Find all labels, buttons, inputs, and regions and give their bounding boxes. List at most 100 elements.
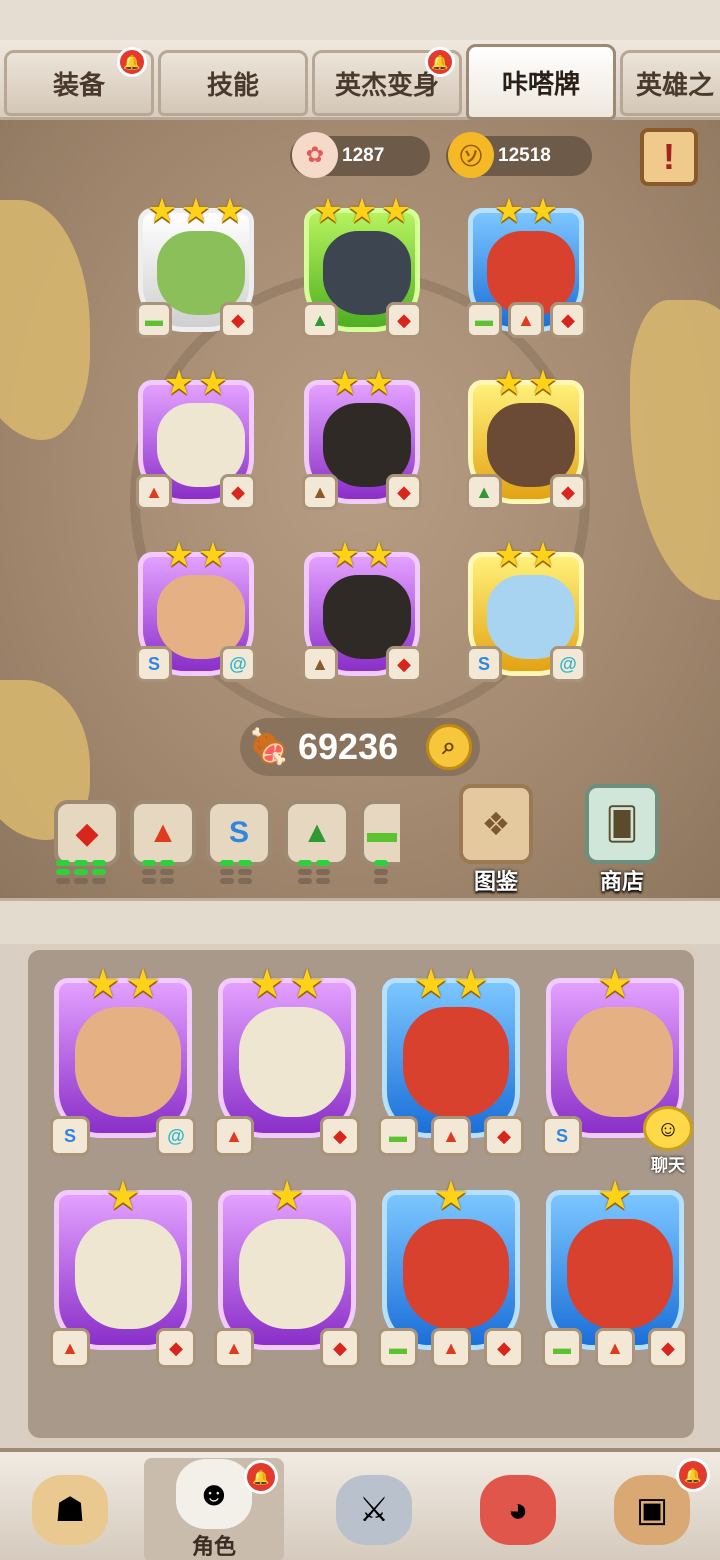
nav-battle[interactable]: ⚔ xyxy=(304,1458,444,1560)
star-rating: ★ xyxy=(48,1176,198,1216)
fire-icon: ◆ xyxy=(386,474,422,510)
fire-icon: ◆ xyxy=(320,1328,360,1368)
fire-icon: ◆ xyxy=(75,816,99,850)
fire-icon: ◆ xyxy=(386,302,422,338)
dino-card[interactable]: ★ ★ S @ xyxy=(134,538,258,692)
star-icon: ★ xyxy=(249,962,285,1006)
fire-icon: ◆ xyxy=(386,646,422,682)
forest-progress xyxy=(298,860,330,884)
dino-card[interactable]: ★ ★ ▲ ◆ xyxy=(300,366,424,520)
chat-button[interactable]: ☺ 聊天 xyxy=(630,1106,706,1176)
filter-volcano[interactable]: ▲ xyxy=(130,800,196,866)
tab-skills[interactable]: 技能 xyxy=(158,50,308,116)
tab-cards[interactable]: 咔嗒牌 xyxy=(466,44,616,120)
star-icon: ★ xyxy=(163,364,195,402)
grass-icon: ▬ xyxy=(466,302,502,338)
hero-avatar-icon: ☻ xyxy=(176,1459,252,1529)
card-badges: ▲ ◆ xyxy=(300,302,424,342)
fire-icon: ◆ xyxy=(156,1328,196,1368)
deck-card[interactable]: ★ ▬ ▲ ◆ xyxy=(376,1176,526,1376)
volcano-icon: ▲ xyxy=(431,1328,471,1368)
white-dino-portrait xyxy=(239,1007,345,1117)
meat-value: 69236 xyxy=(298,726,399,767)
star-icon: ★ xyxy=(527,536,559,574)
codex-button[interactable]: ❖ 图鉴 xyxy=(446,784,546,896)
fire-icon: ◆ xyxy=(220,302,256,338)
codex-icon: ❖ xyxy=(459,784,533,864)
nav-tribe[interactable]: ☗ xyxy=(0,1458,140,1560)
star-icon: ★ xyxy=(125,962,161,1006)
dino-card[interactable]: ★ ★ ▬ ▲ ◆ xyxy=(464,194,588,348)
shop-label: 商店 xyxy=(599,869,644,894)
card-badges: ▬ ▲ ◆ xyxy=(376,1328,526,1368)
star-rating: ★ ★ xyxy=(134,366,258,400)
shell-icon: ✿ xyxy=(292,132,338,178)
shell-counter: ✿ 1287 xyxy=(290,132,430,178)
star-icon: ★ xyxy=(493,536,525,574)
pterosaur-portrait xyxy=(567,1007,673,1117)
volcano-icon: ▲ xyxy=(148,816,178,849)
deck-card[interactable]: ★ ★ ▲ ◆ xyxy=(212,964,362,1164)
dino-card[interactable]: ★ ★ ▲ ◆ xyxy=(300,538,424,692)
nav-character[interactable]: ☻ 角色 🔔 xyxy=(144,1458,284,1560)
filter-grass[interactable]: ▬ xyxy=(360,800,400,866)
star-icon: ★ xyxy=(433,1174,469,1218)
deck-card[interactable]: ★ ★ ▬ ▲ ◆ xyxy=(376,964,526,1164)
nav-guild[interactable]: ▣ 🔔 xyxy=(582,1458,720,1560)
tab-hero-road[interactable]: 英雄之 xyxy=(620,50,720,116)
volcano-progress xyxy=(142,860,174,884)
star-icon: ★ xyxy=(85,962,121,1006)
star-icon: ★ xyxy=(197,364,229,402)
bell-icon: 🔔 xyxy=(425,47,455,77)
search-icon[interactable]: ⌕ xyxy=(426,724,472,770)
status-area xyxy=(0,0,720,40)
deck-card[interactable]: ★ ★ S @ xyxy=(48,964,198,1164)
totem-icon: ▣ xyxy=(614,1475,690,1545)
card-badges: ▲ ◆ xyxy=(134,474,258,514)
volcano-icon: ▲ xyxy=(50,1328,90,1368)
wind-icon: @ xyxy=(550,646,586,682)
tab-equipment[interactable]: 装备 🔔 xyxy=(4,47,154,116)
fire-progress xyxy=(56,860,106,884)
star-icon: ★ xyxy=(329,536,361,574)
bell-icon: 🔔 xyxy=(117,47,147,77)
dino-icon: ◕ xyxy=(480,1475,556,1545)
red-dino-portrait xyxy=(567,1219,673,1329)
info-scroll-button[interactable]: ! xyxy=(640,128,698,186)
star-icon: ★ xyxy=(329,364,361,402)
tab-hero-transform[interactable]: 英杰变身 🔔 xyxy=(312,47,462,116)
bottom-nav: ☗ ☻ 角色 🔔 ⚔ ◕ ▣ 🔔 xyxy=(0,1448,720,1560)
rock-decoration xyxy=(630,300,720,600)
bell-icon: 🔔 xyxy=(244,1460,278,1494)
deck-card[interactable]: ★ ▲ ◆ xyxy=(48,1176,198,1376)
card-badges: S @ xyxy=(134,646,258,686)
tab-label: 英雄之 xyxy=(635,69,714,100)
dino-card[interactable]: ★ ★ S @ xyxy=(464,538,588,692)
filter-water[interactable]: S xyxy=(206,800,272,866)
dino-card[interactable]: ★ ★ ▲ ◆ xyxy=(134,366,258,520)
fire-icon: ◆ xyxy=(220,474,256,510)
star-rating: ★ ★ xyxy=(464,194,588,228)
dino-card[interactable]: ★ ★ ★ ▬ ◆ xyxy=(134,194,258,348)
dino-card[interactable]: ★ ★ ▲ ◆ xyxy=(464,366,588,520)
mud-icon: ▲ xyxy=(302,474,338,510)
water-icon: S xyxy=(466,646,502,682)
star-rating: ★ ★ ★ xyxy=(300,194,424,228)
card-badges: ▲ ◆ xyxy=(464,474,588,514)
water-icon: S xyxy=(136,646,172,682)
caveman-icon: ☗ xyxy=(32,1475,108,1545)
filter-forest[interactable]: ▲ xyxy=(284,800,350,866)
dino-card[interactable]: ★ ★ ★ ▲ ◆ xyxy=(300,194,424,348)
wind-icon: @ xyxy=(220,646,256,682)
deck-card[interactable]: ★ ▲ ◆ xyxy=(212,1176,362,1376)
star-rating: ★ ★ xyxy=(464,538,588,572)
white-dino-portrait xyxy=(239,1219,345,1329)
nav-dino[interactable]: ◕ xyxy=(448,1458,588,1560)
shop-button[interactable]: 🂠 商店 xyxy=(572,784,672,896)
star-icon: ★ xyxy=(346,192,378,230)
card-badges: ▲ ◆ xyxy=(300,474,424,514)
panel-divider xyxy=(0,898,720,944)
filter-fire[interactable]: ◆ xyxy=(54,800,120,866)
fire-icon: ◆ xyxy=(550,474,586,510)
deck-card[interactable]: ★ ▬ ▲ ◆ xyxy=(540,1176,690,1376)
